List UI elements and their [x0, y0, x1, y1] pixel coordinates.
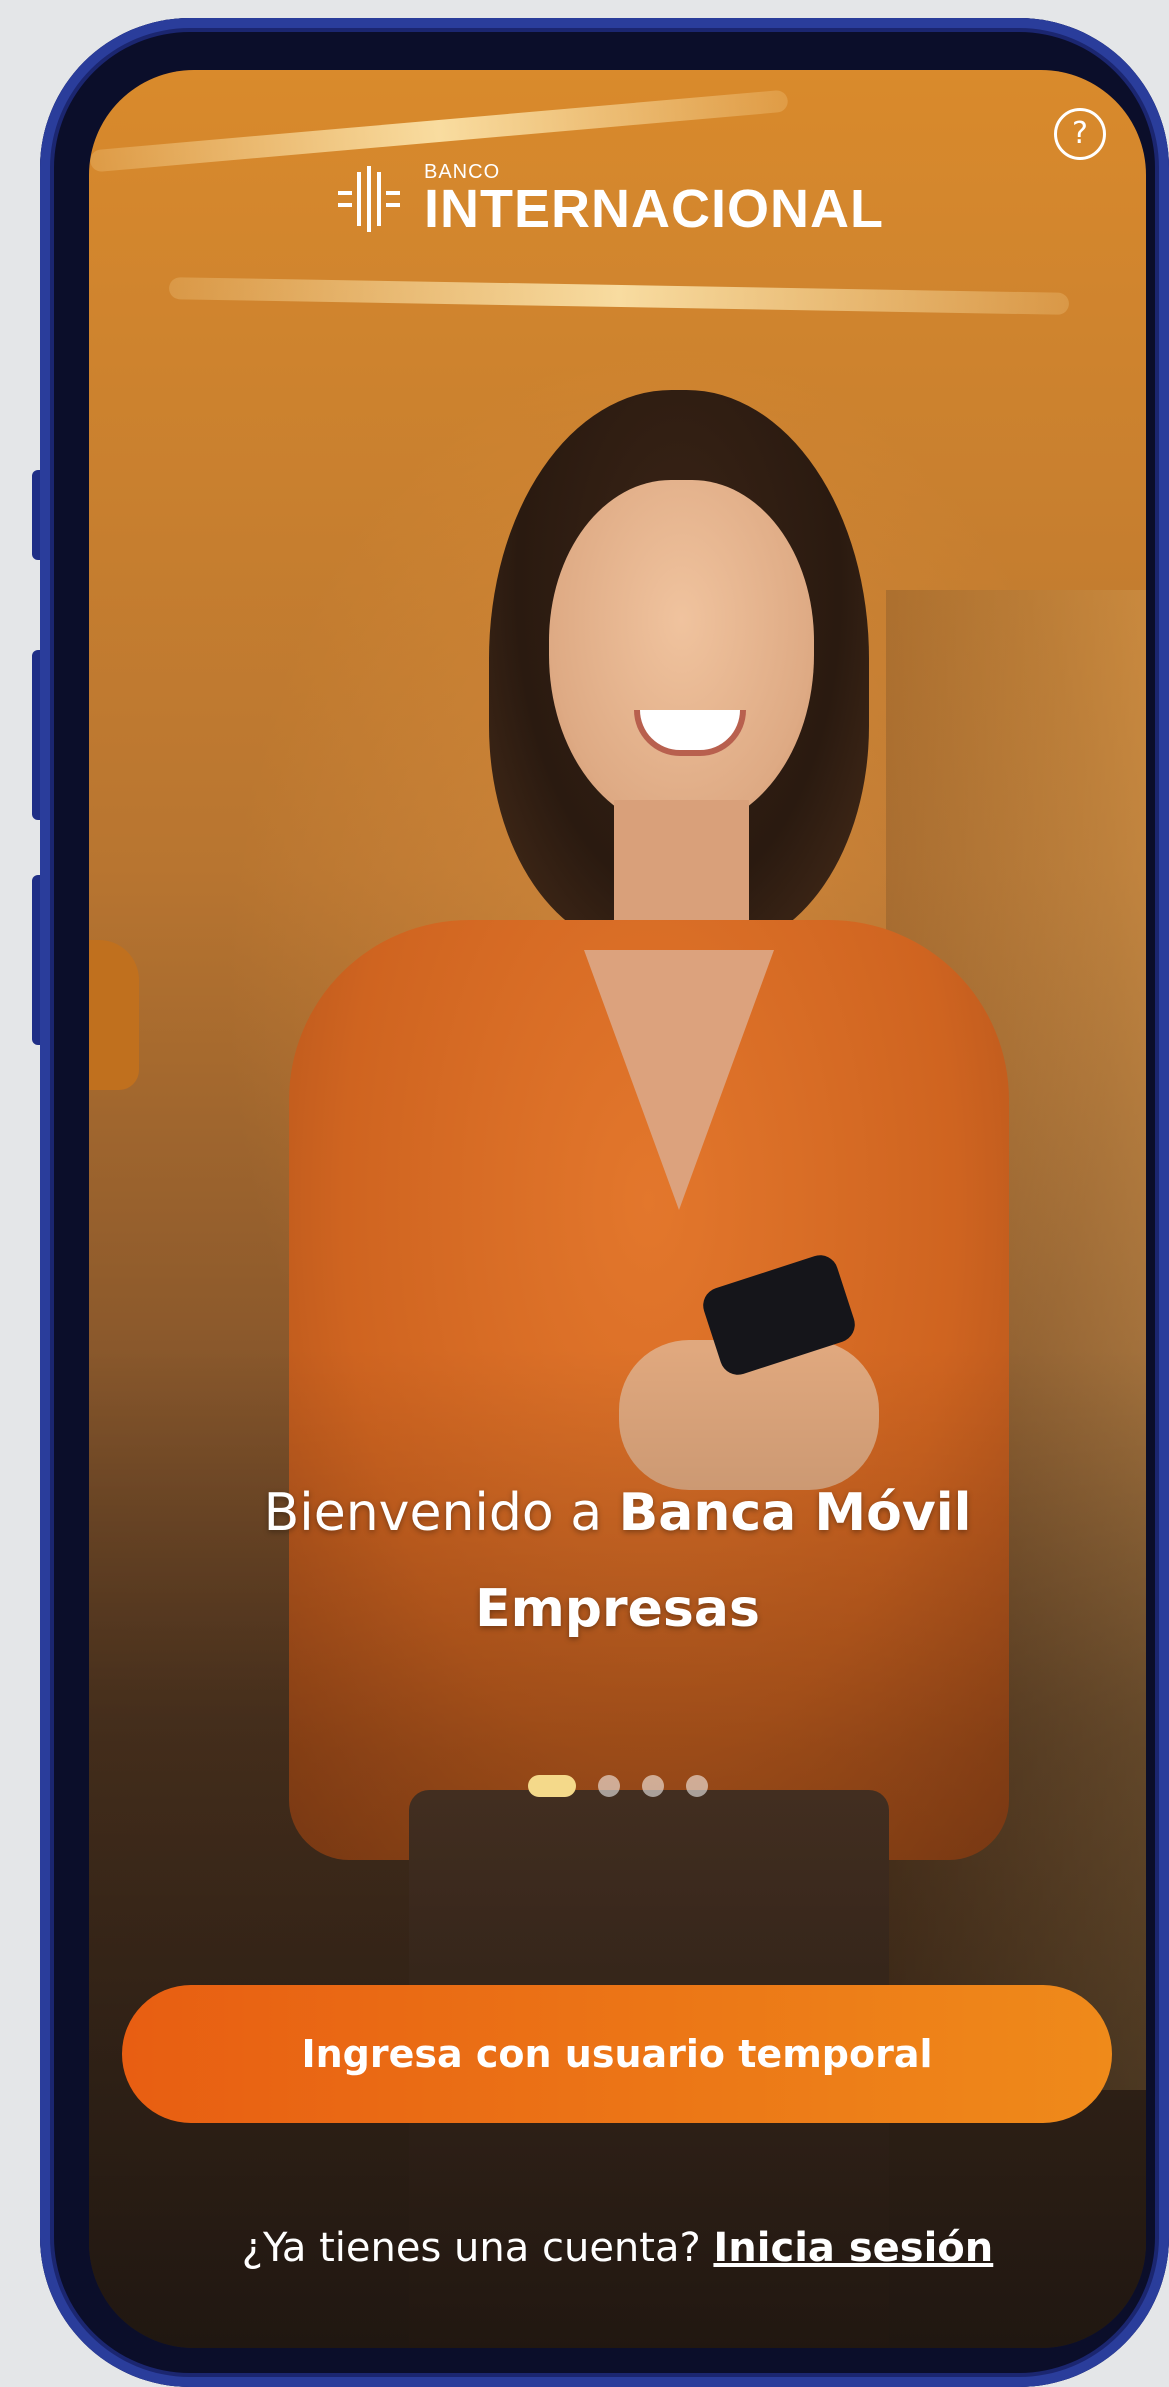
welcome-title: Bienvenido a Banca Móvil Empresas	[89, 1465, 1146, 1657]
carousel-dot[interactable]	[597, 1775, 620, 1797]
app-screen: ? BANCO INTERNACIONAL Bienvenido a Banca…	[89, 70, 1146, 2348]
login-prompt: ¿Ya tienes una cuenta? Inicia sesión	[89, 2225, 1146, 2271]
help-icon[interactable]: ?	[1054, 108, 1106, 160]
login-link[interactable]: Inicia sesión	[713, 2225, 993, 2271]
bank-logo-text: BANCO INTERNACIONAL	[424, 162, 884, 236]
face	[549, 480, 814, 830]
background-lamp	[89, 940, 139, 1090]
welcome-brand-line2: Empresas	[475, 1579, 760, 1639]
bank-logo: BANCO INTERNACIONAL	[334, 162, 884, 236]
carousel-pagination	[89, 1775, 1146, 1797]
welcome-brand-line1: Banca Móvil	[618, 1483, 972, 1543]
bank-logo-mark-icon	[338, 166, 400, 232]
login-question: ¿Ya tienes una cuenta?	[241, 2225, 714, 2271]
temporary-user-login-button[interactable]: Ingresa con usuario temporal	[122, 1985, 1112, 2123]
shirt-neckline	[584, 950, 774, 1210]
carousel-dot[interactable]	[527, 1775, 576, 1797]
logo-big-text: INTERNACIONAL	[424, 179, 884, 239]
welcome-prefix: Bienvenido a	[263, 1483, 619, 1543]
carousel-dot[interactable]	[641, 1775, 664, 1797]
carousel-dot[interactable]	[685, 1775, 708, 1797]
ceiling-light	[168, 277, 1070, 315]
